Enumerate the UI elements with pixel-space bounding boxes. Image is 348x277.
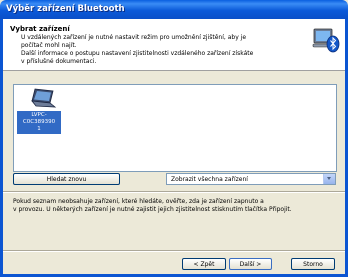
header-line: počítač mohl najít. — [21, 42, 77, 49]
header-line: v příslušné dokumentaci. — [21, 58, 97, 65]
search-again-button[interactable]: Hledat znovu — [13, 173, 120, 185]
header-description: U vzdálených zařízení je nutné nastavit … — [21, 34, 301, 66]
device-filter-select[interactable]: Zobrazit všechna zařízení — [166, 173, 336, 185]
chevron-down-icon[interactable] — [323, 174, 335, 184]
window-title: Výběr zařízení Bluetooth — [6, 4, 125, 14]
device-name: LVPC-C0C389390 — [22, 112, 56, 125]
device-label: LVPC-C0C389390 1 — [17, 111, 61, 134]
wizard-header: Vybrat zařízení U vzdálených zařízení je… — [3, 19, 345, 71]
info-line: v provozu. U některých zařízení je nutné… — [13, 206, 292, 213]
info-line: Pokud seznam neobsahuje zařízení, které … — [13, 198, 264, 205]
page-title: Vybrat zařízení — [10, 25, 70, 33]
back-button[interactable]: < Zpět — [182, 258, 226, 270]
header-line: U vzdálených zařízení je nutné nastavit … — [21, 34, 247, 41]
device-list[interactable]: LVPC-C0C389390 1 — [13, 84, 337, 172]
next-button[interactable]: Další > — [229, 258, 272, 270]
laptop-icon — [31, 88, 57, 108]
title-bar[interactable]: Výběr zařízení Bluetooth — [0, 0, 348, 19]
bluetooth-computer-icon — [312, 28, 340, 53]
device-filter-value: Zobrazit všechna zařízení — [171, 176, 248, 183]
divider — [3, 191, 345, 193]
list-item[interactable]: LVPC-C0C389390 1 — [17, 88, 65, 136]
cancel-button[interactable]: Storno — [291, 258, 335, 270]
header-line: Další informace o postupu nastavení zjis… — [21, 50, 254, 57]
info-text: Pokud seznam neobsahuje zařízení, které … — [13, 198, 343, 214]
divider — [3, 250, 345, 252]
device-name-suffix: 1 — [37, 126, 41, 132]
